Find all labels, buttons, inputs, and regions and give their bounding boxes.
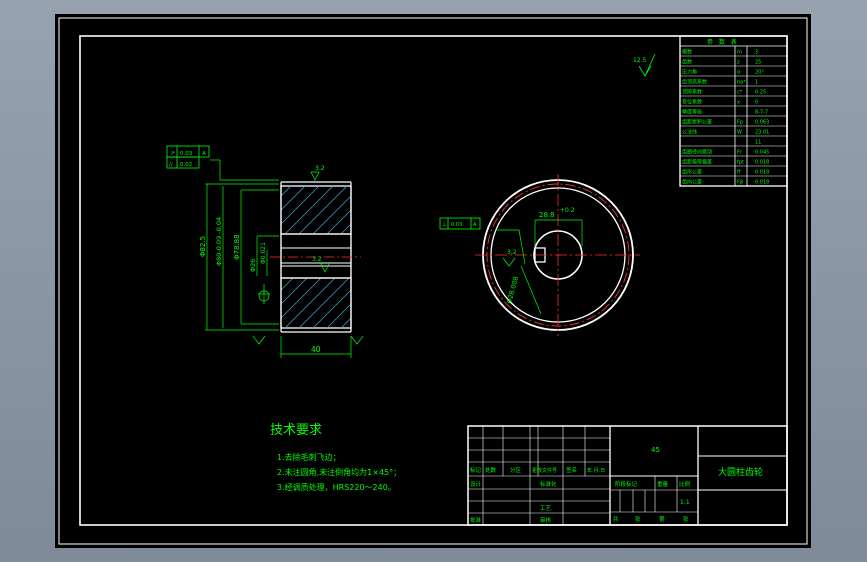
param-cell: 0.25 [755,90,766,96]
rough-top: 12.5 [633,57,647,64]
gdt-r1a: ↗ [170,150,175,157]
param-cell: 齿圈径向跳动 [682,149,712,156]
dim-d5: Φ0.021 [260,242,267,264]
tb-sheet2: 张 [635,515,641,523]
dim-d4: Φ26 [249,259,257,272]
param-table-header: 参 数 表 [707,38,739,46]
param-cell: Fp [737,120,743,126]
rough-label-1: 3.2 [315,165,325,172]
dim-circ: Φ28.008 [505,276,520,305]
gdt-circ-c: A [473,222,477,228]
tech-req-3: 3.经调质处理，HRS220～240。 [277,482,396,492]
tb-sheet4: 张 [683,515,689,523]
outer-frame [58,17,808,545]
tech-req-1: 1.去除毛刺飞边； [277,452,341,462]
tb-c3: 分区 [510,466,522,474]
param-cell: 25 [755,60,761,66]
tb-craft: 工艺 [540,505,552,512]
param-cell: α [737,70,741,76]
param-cell: 顶隙系数 [682,89,702,96]
dim-key-tol: +0.2 [560,207,575,214]
param-cell: 模数 [682,49,692,56]
tb-c2: 处数 [485,466,497,474]
param-cell: 压力角 [682,69,697,76]
gdt-r2a: // [169,162,173,168]
gdt-r1c: A [202,151,206,157]
param-cell: 0 [755,100,758,106]
param-cell: 23.01 [755,130,769,136]
param-cell: c* [737,90,743,96]
param-cell: 0.045 [755,150,769,156]
tech-req-2: 2.未注圆角,未注倒角均为1×45°； [277,467,401,477]
gdt-circ-a: ⊥ [442,222,447,228]
param-cell: 3 [755,50,758,56]
gear-side-view: 3.2 3.2 Φ82.5 Φ80-0.09 -0.04 Φ78.88 Φ26 … [166,145,364,358]
dim-d3: Φ78.88 [233,234,241,260]
tb-c6: 年.月.日 [587,467,605,474]
drawing-title: 大圆柱齿轮 [718,466,763,478]
param-cell: 公法线 [682,129,697,136]
tb-c4: 更改文件号 [532,467,557,474]
parameter-table: 参 数 表 模数 m 3 齿数 z 25 压力角 α 20° 齿顶高系数 ha* 1 顶隙系数 c* 0.2… [679,35,788,187]
tb-review: 审核 [540,516,552,524]
param-cell: 8-7-7 [755,110,768,116]
tb-design: 设计 [470,480,482,488]
param-cell: x [737,100,740,106]
param-cell: ha* [737,80,746,86]
tb-weight: 重量 [657,480,669,488]
dim-d2: Φ80-0.09 -0.04 [215,217,223,266]
param-cell: 20° [755,70,764,76]
gear-front-view: ⊥ 0.03 A 28.8 +0.2 3.2 Φ28.008 [439,174,640,336]
param-cell: 齿向公差 [682,179,702,186]
dim-width: 40 [311,345,321,354]
param-cell: 齿距累积公差 [682,119,712,126]
param-cell: W [737,130,742,136]
tb-stage: 阶段标记 [615,480,638,488]
tb-c1: 标记 [470,466,482,474]
param-cell: 0.018 [755,180,769,186]
param-cell: ff [737,170,741,176]
tb-material: 45 [651,446,660,454]
param-cell: 精度等级 [682,109,702,116]
param-cell: m [737,50,742,56]
cad-viewport[interactable]: 3.2 3.2 Φ82.5 Φ80-0.09 -0.04 Φ78.88 Φ26 … [0,0,867,562]
gdt-r2b: 0.02 [180,162,192,168]
param-cell: 齿形公差 [682,169,702,176]
tech-req-title: 技术要求 [270,423,322,438]
param-cell: 0.063 [755,120,769,126]
param-cell: 11 [755,140,761,146]
drawing-sheet: 3.2 3.2 Φ82.5 Φ80-0.09 -0.04 Φ78.88 Φ26 … [55,14,811,548]
dim-keyway: 28.8 [539,211,555,219]
tb-standard: 标准化 [540,480,557,488]
param-cell: 0.018 [755,170,769,176]
dim-d1: Φ82.5 [199,236,207,257]
param-cell: 变位系数 [682,99,702,106]
rough-label-3: 3.2 [507,249,517,256]
param-cell: Fr [737,150,743,156]
gdt-circ-b: 0.03 [451,222,462,228]
param-cell: fpt [737,160,744,166]
tb-scale: 1:1 [680,499,690,506]
gdt-r1b: 0.03 [180,151,193,157]
tb-c5: 签名 [566,466,577,474]
tb-ratio: 比例 [679,480,691,488]
param-cell: Fβ [737,180,743,186]
param-cell: 1 [755,80,758,86]
param-cell: 齿顶高系数 [682,79,707,86]
param-cell: z [737,60,740,66]
tb-sheet: 共 [613,515,619,523]
inner-frame [79,35,788,526]
drawing-canvas: 3.2 3.2 Φ82.5 Φ80-0.09 -0.04 Φ78.88 Φ26 … [58,17,808,545]
rough-label-2: 3.2 [312,256,322,263]
param-cell: 0.018 [755,160,769,166]
tech-requirements: 技术要求 1.去除毛刺飞边； 2.未注圆角,未注倒角均为1×45°； 3.经调质… [270,423,401,492]
tb-sheet3: 第 [659,515,665,523]
tb-approve: 批准 [470,516,482,524]
param-cell: 齿距极限偏差 [682,159,712,166]
param-cell: 齿数 [682,59,692,66]
